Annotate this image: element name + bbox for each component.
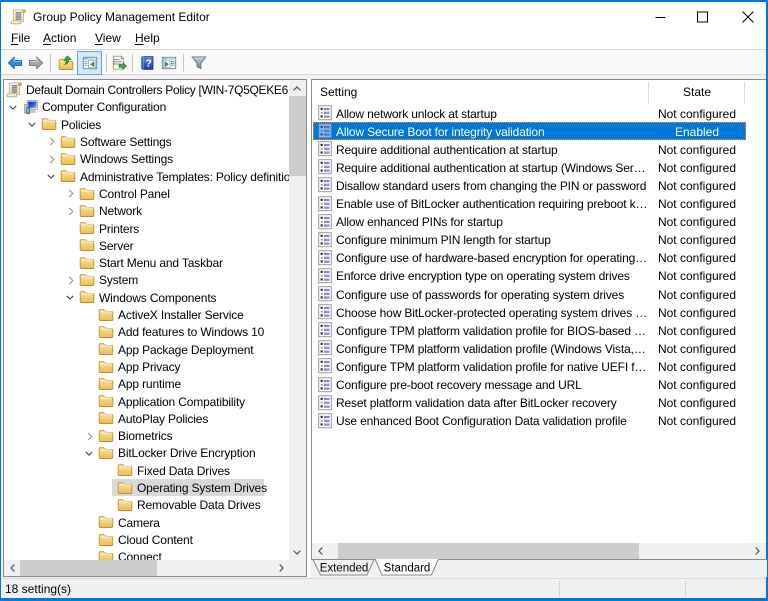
svg-text:Standard: Standard (384, 563, 431, 575)
svg-text:Extended: Extended (320, 563, 369, 575)
